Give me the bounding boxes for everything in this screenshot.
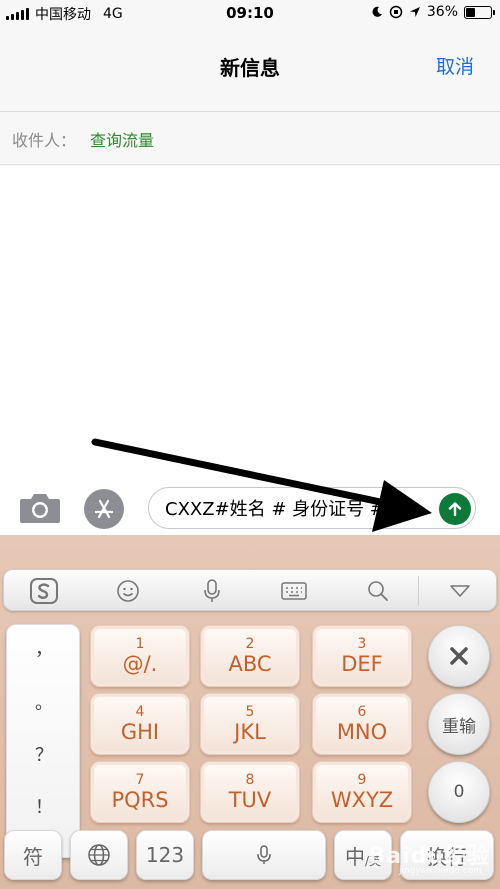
key-4[interactable]: 4 GHI xyxy=(90,693,190,755)
collapse-keyboard-icon[interactable] xyxy=(430,570,490,612)
sogou-logo-icon[interactable] xyxy=(14,570,74,612)
app-store-icon xyxy=(94,499,114,519)
recipient-chip[interactable]: 查询流量 xyxy=(90,127,154,151)
key-7[interactable]: 7 PQRS xyxy=(90,761,190,823)
zero-button[interactable]: 0 xyxy=(428,761,490,823)
camera-icon xyxy=(20,494,60,523)
punctuation-column[interactable]: ， 。 ？ ！ xyxy=(6,624,80,858)
microphone-icon xyxy=(257,845,271,864)
retype-button[interactable]: 重输 xyxy=(428,693,490,755)
compose-row: CXXZ#姓名 # 身份证号 # xyxy=(0,479,500,535)
battery-fill xyxy=(466,7,475,17)
status-bar: 中国移动 4G 09:10 36% xyxy=(0,0,500,26)
app-store-button[interactable] xyxy=(84,489,124,529)
watermark-url: jingyan.baidu.com xyxy=(398,866,482,876)
punct-exclaim[interactable]: ！ xyxy=(7,793,81,819)
battery-icon xyxy=(464,5,495,19)
key-9[interactable]: 9 WXYZ xyxy=(312,761,412,823)
nav-bar: 新信息 取消 xyxy=(0,26,500,112)
globe-icon xyxy=(88,844,110,866)
keyboard-toolbar xyxy=(3,569,497,611)
punct-period[interactable]: 。 xyxy=(7,689,81,715)
key-8[interactable]: 8 TUV xyxy=(200,761,300,823)
search-icon[interactable] xyxy=(348,570,408,612)
recipient-row[interactable]: 收件人： 查询流量 xyxy=(0,113,500,165)
toolbar-divider xyxy=(418,576,419,606)
space-key[interactable] xyxy=(202,830,326,880)
key-3[interactable]: 3 DEF xyxy=(312,625,412,687)
arrow-up-icon xyxy=(448,502,462,517)
keyboard: ， 。 ？ ！ 1 @/. 2 ABC 3 DEF 4 GHI 5 JKL 6 MNO 7P… xyxy=(0,535,500,889)
send-button[interactable] xyxy=(439,493,471,525)
key-6[interactable]: 6 MNO xyxy=(312,693,412,755)
close-icon xyxy=(450,647,468,665)
message-input[interactable]: CXXZ#姓名 # 身份证号 # xyxy=(148,487,476,529)
emoji-icon[interactable] xyxy=(98,570,158,612)
key-1[interactable]: 1 @/. xyxy=(90,625,190,687)
delete-button[interactable] xyxy=(428,625,490,687)
globe-key[interactable] xyxy=(70,830,128,880)
location-icon xyxy=(409,7,420,17)
microphone-icon[interactable] xyxy=(182,570,242,612)
key-5[interactable]: 5 JKL xyxy=(200,693,300,755)
punct-comma[interactable]: ， xyxy=(7,635,81,661)
status-right: 36% xyxy=(371,4,495,20)
battery-percent: 36% xyxy=(426,4,458,20)
keyboard-icon[interactable] xyxy=(264,570,324,612)
symbol-key[interactable]: 符 xyxy=(4,830,62,880)
language-main-label: 中 xyxy=(344,844,365,869)
moon-icon xyxy=(372,6,382,17)
cancel-button[interactable]: 取消 xyxy=(436,52,474,79)
orientation-lock-icon xyxy=(389,5,403,19)
page-title: 新信息 xyxy=(220,56,280,80)
recipient-label: 收件人： xyxy=(12,130,77,150)
key-2[interactable]: 2 ABC xyxy=(200,625,300,687)
message-thread-area xyxy=(0,166,500,479)
camera-button[interactable] xyxy=(18,491,62,525)
message-text: CXXZ#姓名 # 身份证号 # xyxy=(165,499,385,520)
punct-question[interactable]: ？ xyxy=(7,741,81,767)
number-mode-key[interactable]: 123 xyxy=(136,830,194,880)
